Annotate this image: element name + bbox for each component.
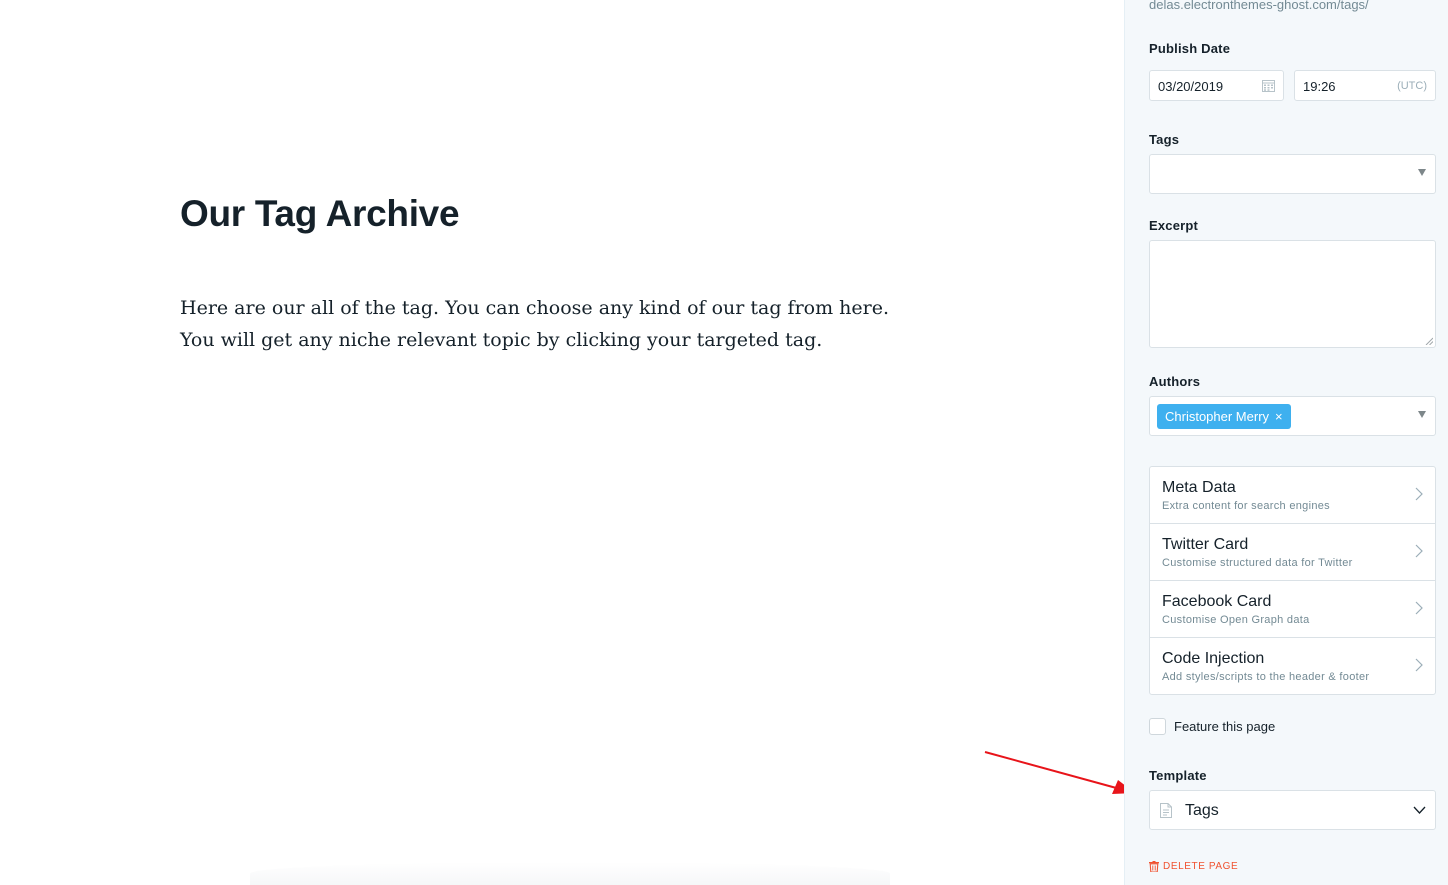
nav-item-description: Customise Open Graph data <box>1162 614 1310 626</box>
publish-time-value: 19:26 <box>1303 79 1336 94</box>
nav-item-facebook-card[interactable]: Facebook Card Customise Open Graph data <box>1150 581 1435 638</box>
caret-down-icon <box>1418 169 1426 176</box>
authors-select[interactable]: Christopher Merry × <box>1149 396 1436 436</box>
nav-item-twitter-card[interactable]: Twitter Card Customise structured data f… <box>1150 524 1435 581</box>
nav-item-description: Extra content for search engines <box>1162 500 1330 512</box>
editor-bottom-shadow <box>250 862 890 885</box>
delete-page-button[interactable]: DELETE PAGE <box>1149 861 1238 872</box>
excerpt-textarea[interactable] <box>1149 240 1436 348</box>
calendar-icon[interactable] <box>1262 79 1275 92</box>
nav-item-title: Facebook Card <box>1162 593 1272 610</box>
timezone-label: (UTC) <box>1397 80 1427 92</box>
trash-icon <box>1149 861 1159 872</box>
nav-item-title: Twitter Card <box>1162 536 1249 553</box>
delete-page-label: DELETE PAGE <box>1163 861 1239 872</box>
excerpt-label: Excerpt <box>1149 218 1199 233</box>
resize-grip-icon[interactable] <box>1425 337 1433 345</box>
chevron-right-icon <box>1415 544 1423 558</box>
tags-label: Tags <box>1149 132 1180 147</box>
chevron-down-icon <box>1413 806 1426 814</box>
editor-canvas[interactable]: Our Tag Archive Here are our all of the … <box>0 0 1135 885</box>
page-settings-panel: delas.electronthemes-ghost.com/tags/ Pub… <box>1124 0 1448 885</box>
publish-time-input[interactable]: 19:26 (UTC) <box>1294 70 1436 101</box>
publish-date-input[interactable]: 03/20/2019 <box>1149 70 1284 101</box>
publish-date-value: 03/20/2019 <box>1158 79 1224 94</box>
file-icon <box>1160 803 1172 818</box>
publish-date-label: Publish Date <box>1149 41 1231 56</box>
template-value: Tags <box>1185 802 1219 819</box>
chevron-right-icon <box>1415 487 1423 501</box>
authors-label: Authors <box>1149 374 1201 389</box>
nav-item-code-injection[interactable]: Code Injection Add styles/scripts to the… <box>1150 638 1435 694</box>
remove-author-icon[interactable]: × <box>1275 404 1283 429</box>
template-label: Template <box>1149 768 1207 783</box>
page-body-text[interactable]: Here are our all of the tag. You can cho… <box>180 292 925 356</box>
template-select[interactable]: Tags <box>1149 790 1436 830</box>
author-token[interactable]: Christopher Merry × <box>1157 404 1291 429</box>
chevron-right-icon <box>1415 658 1423 672</box>
feature-label: Feature this page <box>1174 719 1276 734</box>
nav-item-description: Add styles/scripts to the header & foote… <box>1162 671 1370 683</box>
nav-item-description: Customise structured data for Twitter <box>1162 557 1353 569</box>
nav-item-title: Meta Data <box>1162 479 1236 496</box>
settings-nav-list: Meta Data Extra content for search engin… <box>1149 466 1436 695</box>
nav-item-title: Code Injection <box>1162 650 1265 667</box>
caret-down-icon <box>1418 411 1426 418</box>
feature-page-toggle[interactable]: Feature this page <box>1149 718 1275 735</box>
page-title[interactable]: Our Tag Archive <box>180 193 460 235</box>
chevron-right-icon <box>1415 601 1423 615</box>
nav-item-meta-data[interactable]: Meta Data Extra content for search engin… <box>1150 467 1435 524</box>
author-name: Christopher Merry <box>1165 409 1270 424</box>
feature-checkbox[interactable] <box>1149 718 1166 735</box>
annotation-arrow-icon <box>984 751 1135 794</box>
tags-select[interactable] <box>1149 154 1436 194</box>
page-url: delas.electronthemes-ghost.com/tags/ <box>1149 0 1369 12</box>
